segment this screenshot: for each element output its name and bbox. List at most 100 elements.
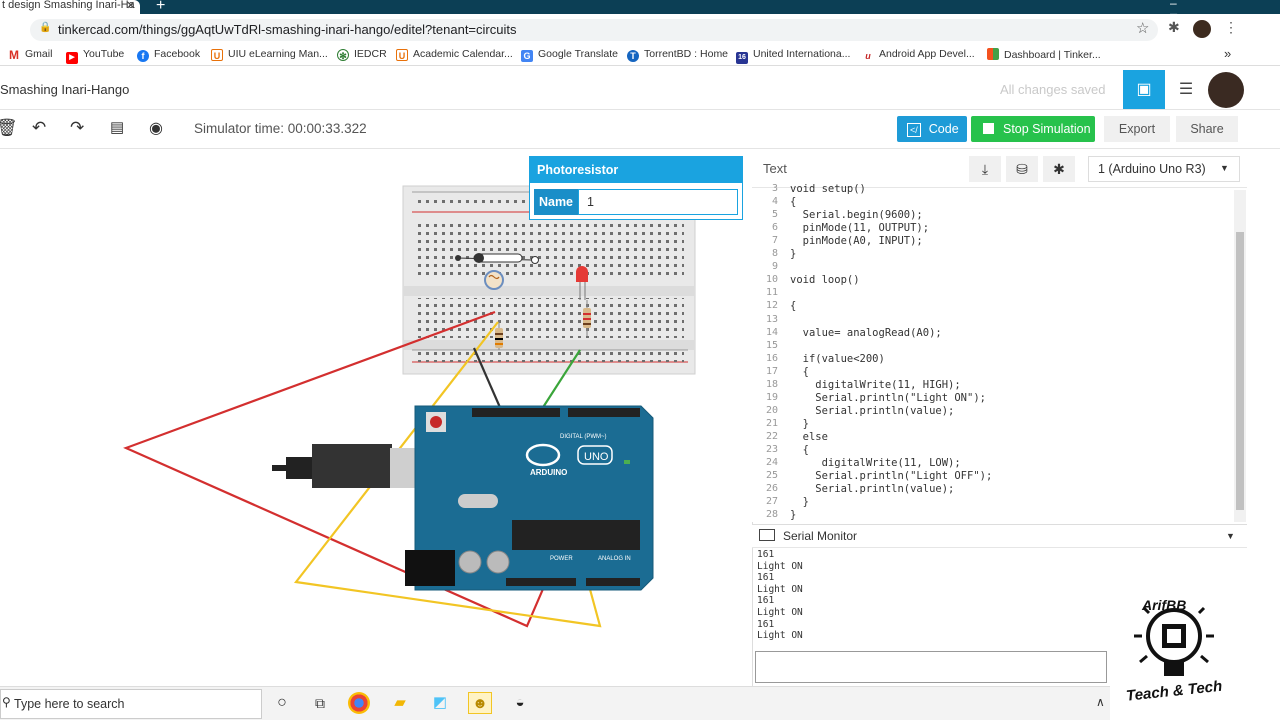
- component-list-icon[interactable]: ☰: [1165, 70, 1207, 109]
- screen: t design Smashing Inari-Ha ✕ + – □ 🔒 tin…: [0, 0, 1280, 720]
- code-line[interactable]: Serial.println("Light ON");: [790, 392, 986, 404]
- code-line[interactable]: Serial.println(value);: [790, 405, 954, 417]
- bookmark-united-international[interactable]: 16 United Internationa...: [736, 48, 850, 64]
- bookmark-google-translate[interactable]: G Google Translate: [521, 48, 618, 62]
- bookmark-youtube[interactable]: ▶ YouTube: [66, 48, 124, 64]
- code-line[interactable]: }: [790, 248, 796, 260]
- bookmark-uiu-elearning[interactable]: U UIU eLearning Man...: [211, 48, 328, 61]
- board-select[interactable]: 1 (Arduino Uno R3): [1088, 156, 1240, 182]
- code-line-number: 15: [765, 339, 778, 351]
- code-line-number: 23: [765, 444, 778, 455]
- bookmark-facebook[interactable]: f Facebook: [137, 48, 200, 62]
- code-line[interactable]: if(value<200): [790, 353, 885, 365]
- file-explorer-icon[interactable]: ▰: [388, 692, 412, 714]
- code-line-number: 19: [765, 391, 778, 403]
- task-view-icon[interactable]: ⧉: [308, 692, 332, 714]
- usb-cable[interactable]: [272, 444, 418, 488]
- code-line[interactable]: void setup(): [790, 183, 866, 195]
- serial-output-line: 161: [757, 549, 775, 560]
- bookmarks-bar: M Gmail ▶ YouTube f Facebook U UIU eLearning…: [0, 46, 1280, 66]
- code-line[interactable]: pinMode(A0, INPUT);: [790, 235, 923, 247]
- tab-close-icon[interactable]: ✕: [126, 0, 135, 12]
- code-line[interactable]: {: [790, 196, 796, 208]
- code-line[interactable]: value= analogRead(A0);: [790, 327, 942, 339]
- code-line[interactable]: }: [790, 509, 796, 521]
- code-line[interactable]: {: [790, 444, 809, 456]
- libraries-icon[interactable]: ⛁: [1006, 156, 1038, 182]
- taskbar-search-placeholder[interactable]: Type here to search: [14, 697, 124, 711]
- code-line-number: 18: [765, 378, 778, 390]
- code-line-number: 14: [765, 326, 778, 338]
- code-line[interactable]: digitalWrite(11, LOW);: [790, 457, 961, 469]
- bookmark-academic-calendar[interactable]: U Academic Calendar...: [396, 48, 513, 61]
- channel-logo: ArifBB Teach & Tech: [1112, 592, 1252, 712]
- stop-simulation-button[interactable]: Stop Simulation: [971, 116, 1095, 142]
- notes-icon[interactable]: ▤: [110, 118, 124, 136]
- circuit-view-icon[interactable]: ▣: [1123, 70, 1165, 109]
- app-icon[interactable]: ◩: [428, 692, 452, 714]
- cortana-icon[interactable]: ○: [270, 692, 294, 714]
- code-line-number: 11: [765, 287, 778, 299]
- code-line-number: 5: [771, 209, 778, 221]
- chrome-icon[interactable]: [348, 692, 370, 714]
- code-line-number: 13: [765, 313, 778, 325]
- code-line[interactable]: Serial.println(value);: [790, 483, 954, 495]
- chevron-down-icon[interactable]: ▼: [1226, 531, 1235, 541]
- bookmark-gmail[interactable]: M Gmail: [8, 48, 52, 61]
- inspector-title: Photoresistor: [530, 157, 742, 183]
- code-line[interactable]: digitalWrite(11, HIGH);: [790, 379, 960, 391]
- code-line[interactable]: Serial.println("Light OFF");: [790, 470, 992, 482]
- inspector-name-input[interactable]: 1: [578, 189, 738, 215]
- view-eye-icon[interactable]: ◉: [149, 118, 163, 138]
- code-line[interactable]: void loop(): [790, 274, 860, 286]
- bookmark-tinkercad-dashboard[interactable]: Dashboard | Tinker...: [987, 48, 1101, 61]
- bookmarks-overflow-icon[interactable]: »: [1224, 46, 1231, 61]
- export-button[interactable]: Export: [1104, 116, 1170, 142]
- system-tray-chevron-icon[interactable]: ∧: [1096, 695, 1105, 709]
- redo-icon[interactable]: ↷: [70, 118, 84, 138]
- code-line[interactable]: else: [790, 431, 828, 443]
- serial-monitor-icon: [759, 529, 775, 541]
- code-line-number: 28: [765, 509, 778, 521]
- circuit-canvas[interactable]: ARDUINO UNO DIGITAL (PWM~) POWER ANALOG …: [0, 150, 752, 686]
- code-line[interactable]: {: [790, 366, 809, 378]
- code-line[interactable]: {: [790, 300, 796, 312]
- bookmark-android-app-dev[interactable]: u Android App Devel...: [862, 48, 974, 62]
- code-line[interactable]: }: [790, 418, 809, 430]
- bookmark-star-icon[interactable]: ☆: [1136, 19, 1149, 37]
- code-line[interactable]: }: [790, 496, 809, 508]
- bookmark-iedcr[interactable]: ✻ IEDCR: [337, 48, 387, 61]
- undo-icon[interactable]: ↶: [32, 118, 46, 138]
- browser-tab[interactable]: t design Smashing Inari-Ha: [0, 0, 140, 14]
- share-button[interactable]: Share: [1176, 116, 1238, 142]
- browser-menu-icon[interactable]: ⋮: [1224, 19, 1238, 36]
- obs-icon[interactable]: ◒: [508, 692, 532, 714]
- bookmark-torrentbd[interactable]: T TorrentBD : Home: [627, 48, 728, 62]
- new-tab-icon[interactable]: +: [156, 0, 165, 15]
- user-avatar[interactable]: [1208, 72, 1244, 108]
- chevron-down-icon[interactable]: ▼: [1220, 163, 1229, 173]
- code-line-number: 27: [765, 496, 778, 508]
- svg-text:DIGITAL (PWM~): DIGITAL (PWM~): [560, 434, 607, 440]
- arduino-uno-board[interactable]: ARDUINO UNO DIGITAL (PWM~) POWER ANALOG …: [405, 405, 654, 591]
- download-icon[interactable]: ⤓: [969, 156, 1001, 182]
- delete-icon[interactable]: 🗑: [0, 118, 18, 138]
- code-mode-select[interactable]: Text: [763, 161, 787, 176]
- uiu-icon: U: [396, 49, 408, 61]
- code-line[interactable]: pinMode(11, OUTPUT);: [790, 222, 929, 234]
- project-title[interactable]: Smashing Inari-Hango: [0, 82, 129, 97]
- browser-tab-bar: [0, 0, 1280, 14]
- code-line[interactable]: Serial.begin(9600);: [790, 209, 923, 221]
- profile-avatar-icon[interactable]: [1193, 20, 1211, 38]
- debugger-bug-icon[interactable]: ✱: [1043, 156, 1075, 182]
- extensions-icon[interactable]: ✱: [1168, 19, 1180, 36]
- active-app-icon[interactable]: ☻: [468, 692, 492, 714]
- url-text[interactable]: tinkercad.com/things/ggAqtUwTdRl-smashin…: [58, 22, 516, 37]
- code-line-number: 17: [765, 365, 778, 377]
- youtube-icon: ▶: [66, 52, 78, 64]
- code-button[interactable]: </Code: [897, 116, 967, 142]
- code-scrollbar-thumb[interactable]: [1236, 232, 1244, 510]
- serial-input[interactable]: [755, 651, 1107, 683]
- inspector-name-label: Name: [534, 189, 578, 215]
- lock-icon[interactable]: 🔒: [39, 22, 51, 33]
